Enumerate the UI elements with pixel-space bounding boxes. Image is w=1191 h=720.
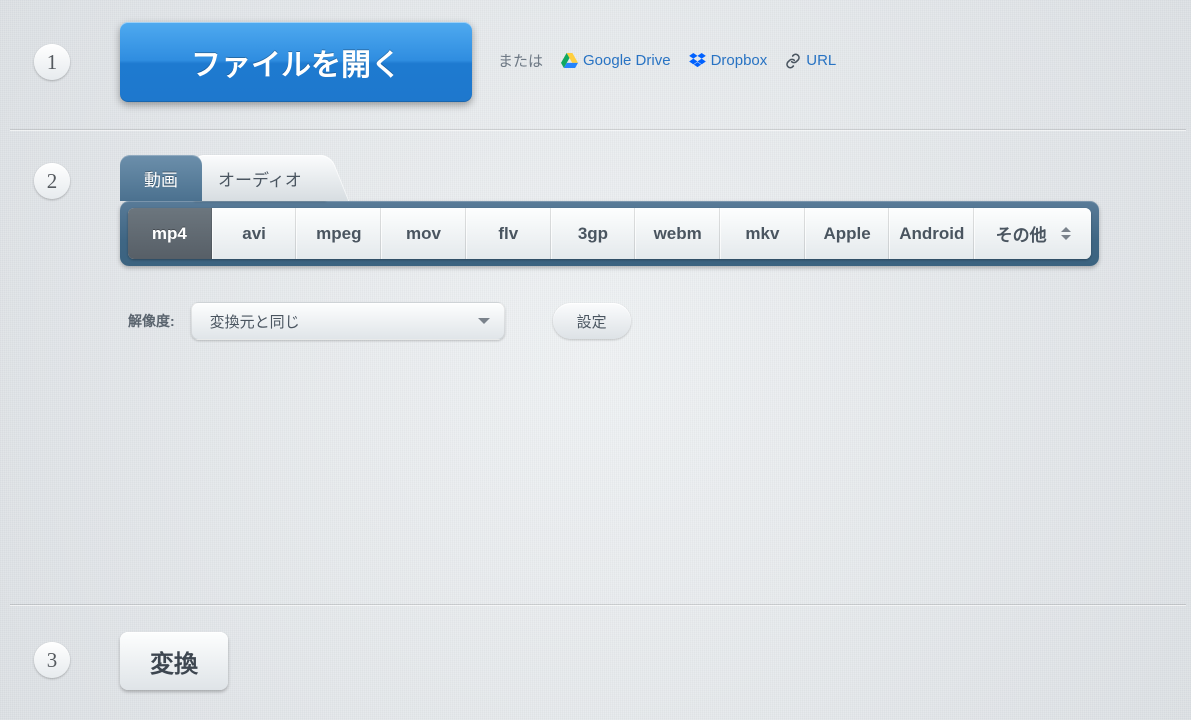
format-mkv[interactable]: mkv — [720, 208, 805, 259]
format-mov[interactable]: mov — [381, 208, 466, 259]
divider-2 — [10, 604, 1186, 606]
format-avi-label: avi — [242, 224, 266, 244]
format-3gp[interactable]: 3gp — [551, 208, 636, 259]
chevron-down-icon — [478, 318, 490, 324]
format-apple-label: Apple — [823, 224, 870, 244]
sort-icon — [1061, 227, 1071, 240]
source-url[interactable]: URL — [785, 52, 836, 69]
format-bar: mp4 avi mpeg mov flv 3gp webm mkv Apple … — [120, 201, 1099, 266]
format-mkv-label: mkv — [745, 224, 779, 244]
step-1-badge: 1 — [34, 44, 70, 80]
format-3gp-label: 3gp — [578, 224, 608, 244]
tab-audio[interactable]: オーディオ — [194, 155, 326, 201]
source-google-drive[interactable]: Google Drive — [561, 52, 671, 69]
resolution-row: 解像度: 変換元と同じ 設定 — [128, 302, 631, 340]
format-other[interactable]: その他 — [974, 208, 1091, 259]
format-apple[interactable]: Apple — [805, 208, 890, 259]
format-avi[interactable]: avi — [212, 208, 297, 259]
source-google-drive-label: Google Drive — [583, 52, 671, 69]
source-dropbox[interactable]: Dropbox — [689, 52, 768, 69]
source-url-label: URL — [806, 52, 836, 69]
format-mpeg-label: mpeg — [316, 224, 361, 244]
link-icon — [785, 53, 801, 69]
dropbox-icon — [689, 53, 706, 68]
divider-1 — [10, 129, 1186, 131]
step-1-number: 1 — [47, 50, 58, 75]
resolution-dropdown[interactable]: 変換元と同じ — [191, 302, 505, 340]
convert-button[interactable]: 変換 — [120, 632, 228, 690]
source-dropbox-label: Dropbox — [711, 52, 768, 69]
format-android[interactable]: Android — [889, 208, 974, 259]
settings-button[interactable]: 設定 — [553, 303, 631, 339]
format-webm-label: webm — [654, 224, 702, 244]
step-3-number: 3 — [47, 648, 58, 673]
resolution-label: 解像度: — [128, 311, 175, 331]
format-mov-label: mov — [406, 224, 441, 244]
format-mp4-label: mp4 — [152, 224, 187, 244]
tab-video-label: 動画 — [144, 166, 178, 191]
media-type-tabs: 動画 オーディオ — [120, 155, 326, 201]
or-label: または — [498, 50, 543, 71]
step-2-badge: 2 — [34, 163, 70, 199]
format-mp4[interactable]: mp4 — [128, 208, 212, 259]
resolution-value: 変換元と同じ — [210, 311, 300, 332]
tab-video[interactable]: 動画 — [120, 155, 202, 201]
convert-label: 変換 — [150, 651, 198, 678]
format-other-label: その他 — [996, 221, 1047, 246]
google-drive-icon — [561, 53, 578, 68]
format-android-label: Android — [899, 224, 964, 244]
alt-sources-row: または Google Drive Dropbox — [498, 50, 836, 71]
format-webm[interactable]: webm — [635, 208, 720, 259]
format-flv[interactable]: flv — [466, 208, 551, 259]
tab-audio-label: オーディオ — [218, 166, 302, 191]
open-file-label: ファイルを開く — [191, 49, 401, 82]
format-flv-label: flv — [498, 224, 518, 244]
step-2-number: 2 — [47, 169, 58, 194]
open-file-button[interactable]: ファイルを開く — [120, 22, 472, 102]
settings-label: 設定 — [577, 314, 607, 331]
step-3-badge: 3 — [34, 642, 70, 678]
format-mpeg[interactable]: mpeg — [296, 208, 381, 259]
